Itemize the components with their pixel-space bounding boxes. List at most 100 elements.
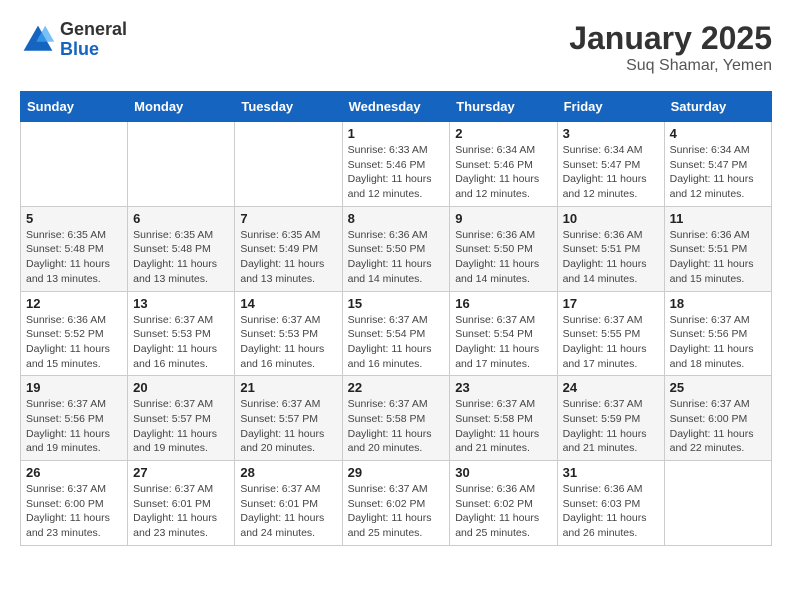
day-number: 10 [563,211,659,226]
calendar-cell: 19 Sunrise: 6:37 AMSunset: 5:56 PMDayligh… [21,376,128,461]
day-info: Sunrise: 6:37 AMSunset: 5:54 PMDaylight:… [348,313,445,372]
page-header: General Blue January 2025 Suq Shamar, Ye… [20,20,772,75]
calendar-cell: 22Sunrise: 6:37 AMSunset: 5:58 PMDayligh… [342,376,450,461]
day-info: Sunrise: 6:36 AMSunset: 6:02 PMDaylight:… [455,482,551,541]
day-number: 29 [348,465,445,480]
calendar-table: SundayMondayTuesdayWednesdayThursdayFrid… [20,91,772,546]
calendar-cell: 10 Sunrise: 6:36 AMSunset: 5:51 PMDayligh… [557,206,664,291]
calendar-cell: 21 Sunrise: 6:37 AMSunset: 5:57 PMDayligh… [235,376,342,461]
day-info: Sunrise: 6:36 AMSunset: 5:51 PMDaylight:… [563,228,659,287]
calendar-cell [21,122,128,207]
calendar-week-row: 19 Sunrise: 6:37 AMSunset: 5:56 PMDayligh… [21,376,772,461]
weekday-header-wednesday: Wednesday [342,92,450,122]
day-info: Sunrise: 6:34 AMSunset: 5:47 PMDaylight:… [563,143,659,202]
calendar-cell: 16 Sunrise: 6:37 AMSunset: 5:54 PMDayligh… [450,291,557,376]
day-info: Sunrise: 6:36 AMSunset: 5:50 PMDaylight:… [455,228,551,287]
calendar-week-row: 5 Sunrise: 6:35 AMSunset: 5:48 PMDaylight… [21,206,772,291]
day-number: 5 [26,211,122,226]
day-info: Sunrise: 6:36 AMSunset: 5:50 PMDaylight:… [348,228,445,287]
day-info: Sunrise: 6:34 AMSunset: 5:46 PMDaylight:… [455,143,551,202]
day-number: 6 [133,211,229,226]
weekday-header-thursday: Thursday [450,92,557,122]
calendar-body: 1Sunrise: 6:33 AMSunset: 5:46 PMDaylight… [21,122,772,546]
calendar-week-row: 1Sunrise: 6:33 AMSunset: 5:46 PMDaylight… [21,122,772,207]
day-info: Sunrise: 6:37 AMSunset: 5:53 PMDaylight:… [133,313,229,372]
day-info: Sunrise: 6:33 AMSunset: 5:46 PMDaylight:… [348,143,445,202]
day-info: Sunrise: 6:35 AMSunset: 5:48 PMDaylight:… [26,228,122,287]
calendar-cell: 3 Sunrise: 6:34 AMSunset: 5:47 PMDaylight… [557,122,664,207]
day-number: 7 [240,211,336,226]
weekday-header-monday: Monday [128,92,235,122]
day-info: Sunrise: 6:37 AMSunset: 5:56 PMDaylight:… [26,397,122,456]
calendar-cell: 14Sunrise: 6:37 AMSunset: 5:53 PMDayligh… [235,291,342,376]
calendar-cell: 17Sunrise: 6:37 AMSunset: 5:55 PMDayligh… [557,291,664,376]
calendar-cell: 27 Sunrise: 6:37 AMSunset: 6:01 PMDayligh… [128,461,235,546]
day-number: 8 [348,211,445,226]
day-number: 14 [240,296,336,311]
day-info: Sunrise: 6:37 AMSunset: 5:54 PMDaylight:… [455,313,551,372]
calendar-cell: 5 Sunrise: 6:35 AMSunset: 5:48 PMDaylight… [21,206,128,291]
calendar-cell: 7Sunrise: 6:35 AMSunset: 5:49 PMDaylight… [235,206,342,291]
day-info: Sunrise: 6:37 AMSunset: 6:00 PMDaylight:… [26,482,122,541]
day-number: 18 [670,296,766,311]
calendar-cell: 20Sunrise: 6:37 AMSunset: 5:57 PMDayligh… [128,376,235,461]
calendar-cell: 8 Sunrise: 6:36 AMSunset: 5:50 PMDaylight… [342,206,450,291]
day-number: 31 [563,465,659,480]
weekday-header-sunday: Sunday [21,92,128,122]
logo-blue: Blue [60,40,127,60]
day-info: Sunrise: 6:37 AMSunset: 6:00 PMDaylight:… [670,397,766,456]
logo-text: General Blue [60,20,127,60]
day-info: Sunrise: 6:36 AMSunset: 5:51 PMDaylight:… [670,228,766,287]
day-number: 27 [133,465,229,480]
day-info: Sunrise: 6:37 AMSunset: 6:01 PMDaylight:… [133,482,229,541]
day-number: 25 [670,380,766,395]
calendar-cell: 6Sunrise: 6:35 AMSunset: 5:48 PMDaylight… [128,206,235,291]
day-number: 21 [240,380,336,395]
day-number: 12 [26,296,122,311]
day-info: Sunrise: 6:37 AMSunset: 5:58 PMDaylight:… [455,397,551,456]
logo: General Blue [20,20,127,60]
day-info: Sunrise: 6:37 AMSunset: 5:57 PMDaylight:… [240,397,336,456]
day-number: 3 [563,126,659,141]
calendar-cell [128,122,235,207]
calendar-cell: 9 Sunrise: 6:36 AMSunset: 5:50 PMDaylight… [450,206,557,291]
title-block: January 2025 Suq Shamar, Yemen [569,20,772,75]
day-number: 19 [26,380,122,395]
day-info: Sunrise: 6:37 AMSunset: 5:59 PMDaylight:… [563,397,659,456]
calendar-cell: 31 Sunrise: 6:36 AMSunset: 6:03 PMDayligh… [557,461,664,546]
calendar-title: January 2025 [569,20,772,57]
calendar-week-row: 12 Sunrise: 6:36 AMSunset: 5:52 PMDayligh… [21,291,772,376]
calendar-cell: 2 Sunrise: 6:34 AMSunset: 5:46 PMDaylight… [450,122,557,207]
weekday-header-friday: Friday [557,92,664,122]
day-number: 9 [455,211,551,226]
calendar-header: SundayMondayTuesdayWednesdayThursdayFrid… [21,92,772,122]
day-number: 4 [670,126,766,141]
calendar-cell: 12 Sunrise: 6:36 AMSunset: 5:52 PMDayligh… [21,291,128,376]
calendar-cell: 30Sunrise: 6:36 AMSunset: 6:02 PMDayligh… [450,461,557,546]
day-number: 17 [563,296,659,311]
calendar-cell: 4 Sunrise: 6:34 AMSunset: 5:47 PMDaylight… [664,122,771,207]
day-info: Sunrise: 6:37 AMSunset: 5:56 PMDaylight:… [670,313,766,372]
day-info: Sunrise: 6:37 AMSunset: 6:02 PMDaylight:… [348,482,445,541]
day-info: Sunrise: 6:36 AMSunset: 6:03 PMDaylight:… [563,482,659,541]
day-number: 28 [240,465,336,480]
day-number: 2 [455,126,551,141]
day-info: Sunrise: 6:34 AMSunset: 5:47 PMDaylight:… [670,143,766,202]
day-number: 11 [670,211,766,226]
day-info: Sunrise: 6:36 AMSunset: 5:52 PMDaylight:… [26,313,122,372]
calendar-cell: 26 Sunrise: 6:37 AMSunset: 6:00 PMDayligh… [21,461,128,546]
logo-general: General [60,20,127,40]
logo-icon [20,22,56,58]
day-info: Sunrise: 6:37 AMSunset: 5:57 PMDaylight:… [133,397,229,456]
calendar-cell [664,461,771,546]
day-number: 13 [133,296,229,311]
day-number: 26 [26,465,122,480]
calendar-cell: 1Sunrise: 6:33 AMSunset: 5:46 PMDaylight… [342,122,450,207]
day-number: 16 [455,296,551,311]
day-number: 24 [563,380,659,395]
day-number: 23 [455,380,551,395]
calendar-cell: 29 Sunrise: 6:37 AMSunset: 6:02 PMDayligh… [342,461,450,546]
calendar-cell: 11 Sunrise: 6:36 AMSunset: 5:51 PMDayligh… [664,206,771,291]
calendar-subtitle: Suq Shamar, Yemen [569,57,772,75]
calendar-week-row: 26 Sunrise: 6:37 AMSunset: 6:00 PMDayligh… [21,461,772,546]
